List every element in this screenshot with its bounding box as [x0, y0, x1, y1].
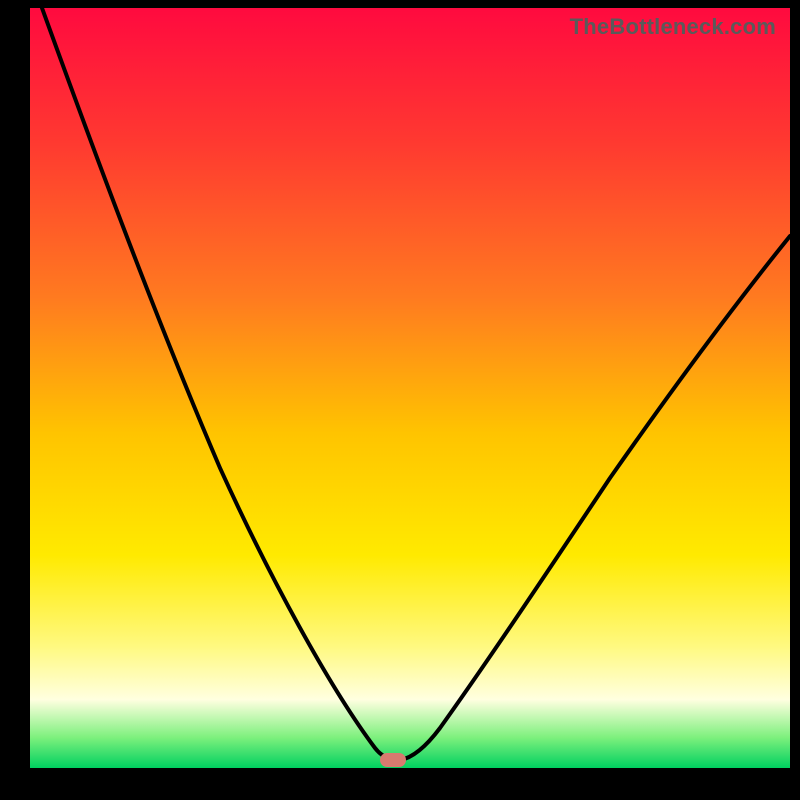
optimal-marker	[380, 753, 406, 767]
chart-frame: TheBottleneck.com	[0, 0, 800, 800]
bottleneck-curve	[30, 8, 790, 768]
curve-path	[42, 8, 790, 760]
plot-area: TheBottleneck.com	[30, 8, 790, 768]
